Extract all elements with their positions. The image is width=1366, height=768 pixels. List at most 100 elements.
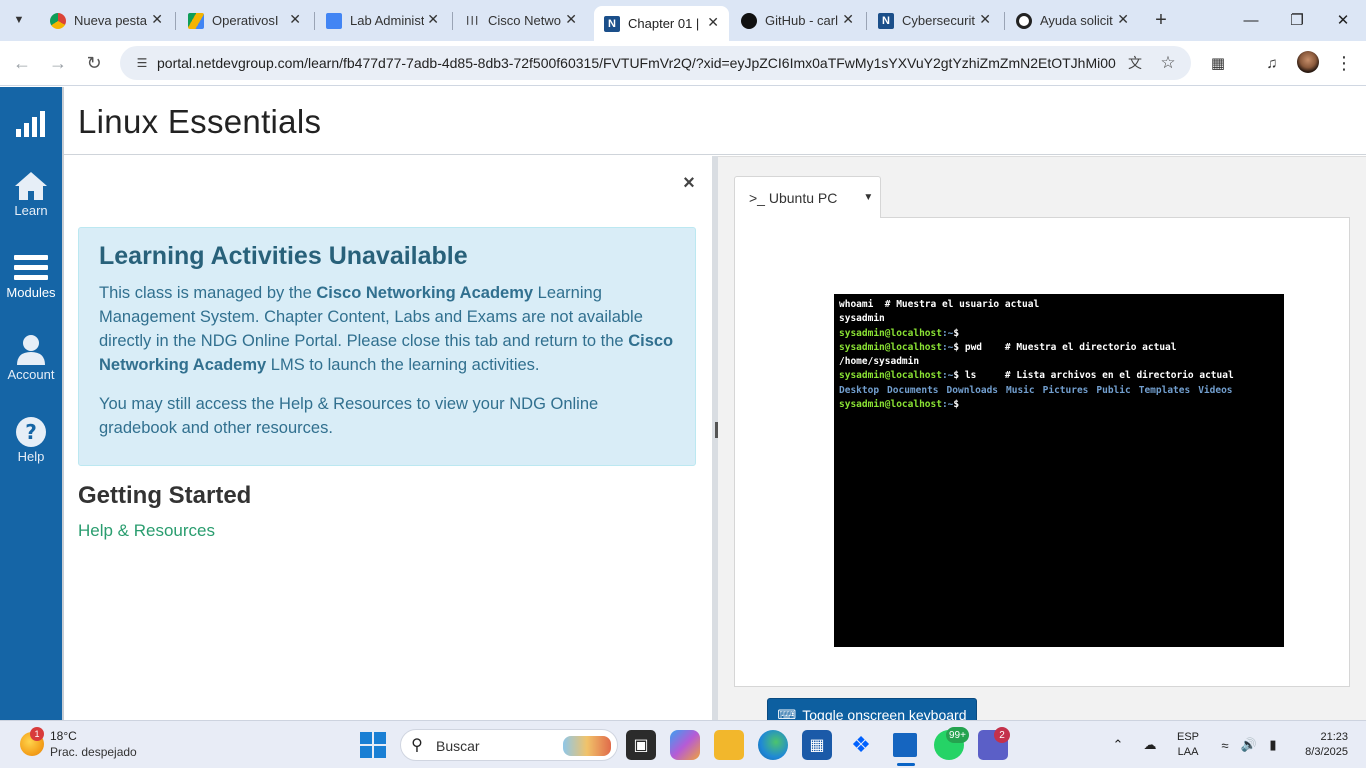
close-tab-icon[interactable]: ✕	[842, 11, 854, 28]
reload-button[interactable]: ↻	[80, 49, 108, 77]
alert-paragraph: You may still access the Help & Resource…	[99, 395, 599, 437]
browser-tab[interactable]: OperativosI ✕	[178, 8, 311, 33]
dropbox-icon[interactable]: ❖	[846, 730, 876, 760]
home-icon	[13, 169, 49, 203]
close-tab-icon[interactable]: ✕	[979, 11, 991, 28]
cloud-sync-icon[interactable]: ☁	[1140, 735, 1160, 755]
browser-tab[interactable]: N Cybersecurit ✕	[868, 8, 1001, 33]
sidebar-item-modules[interactable]: Modules	[0, 251, 62, 300]
browser-tab[interactable]: Nueva pesta ✕	[40, 8, 173, 33]
terminal-dir: Videos	[1198, 384, 1233, 396]
tab-title: GitHub - carl	[765, 13, 838, 28]
modules-icon	[13, 251, 49, 285]
windows-logo-icon	[360, 732, 386, 758]
sidebar-item-label: Help	[17, 449, 45, 464]
tab-title: Cybersecurit	[902, 13, 975, 28]
close-pane-button[interactable]: ×	[680, 172, 698, 194]
copilot-icon[interactable]	[670, 730, 700, 760]
browser-tab[interactable]: GitHub - carl ✕	[731, 8, 864, 33]
tab-title: Cisco Netwo	[488, 13, 561, 28]
close-tab-icon[interactable]: ✕	[427, 11, 439, 28]
media-controls-icon[interactable]: ♫	[1260, 51, 1284, 75]
terminal-dir: Public	[1096, 384, 1131, 396]
close-window-button[interactable]: ✕	[1320, 6, 1366, 34]
weather-widget[interactable]: 1 18°C Prac. despejado	[18, 727, 158, 764]
getting-started-heading: Getting Started	[78, 482, 252, 509]
new-tab-button[interactable]: +	[1148, 8, 1174, 32]
sidebar-item-help[interactable]: ? Help	[0, 415, 62, 464]
url-text[interactable]: portal.netdevgroup.com/learn/fb477d77-7a…	[157, 55, 1117, 71]
svg-text:?: ?	[25, 420, 37, 444]
store-icon[interactable]: ▦	[802, 730, 832, 760]
start-button[interactable]	[359, 731, 389, 761]
browser-toolbar: ← → ↻ ☰ portal.netdevgroup.com/learn/fb4…	[0, 41, 1366, 86]
close-tab-icon[interactable]: ✕	[1117, 11, 1129, 28]
terminal-dir: Templates	[1138, 384, 1191, 396]
search-highlight-image	[563, 736, 611, 756]
terminal-dir: Documents	[887, 384, 939, 396]
google-docs-icon	[326, 12, 342, 29]
sidebar-nav: Learn Modules Account ? Help	[0, 87, 62, 720]
sidebar-item-learn[interactable]: Learn	[0, 169, 62, 218]
browser-tab[interactable]: Ayuda solicit ✕	[1006, 8, 1139, 33]
wifi-icon[interactable]: ≈	[1215, 735, 1235, 755]
menu-kebab-icon[interactable]: ⋮	[1332, 51, 1356, 75]
terminal-line: sysadmin	[839, 313, 885, 325]
teams-icon[interactable]: 2	[978, 727, 1010, 760]
terminal-line: sysadmin@localhost:~$ ls # Lista archivo…	[839, 370, 1234, 382]
alert-title: Learning Activities Unavailable	[99, 242, 468, 270]
restore-button[interactable]: ❐	[1274, 6, 1320, 34]
minimize-button[interactable]: —	[1228, 6, 1274, 34]
terminal-screen[interactable]: whoami # Muestra el usuario actual sysad…	[834, 294, 1284, 647]
close-tab-icon[interactable]: ✕	[151, 11, 163, 28]
volume-icon[interactable]: 🔊	[1239, 735, 1259, 755]
taskbar-clock[interactable]: 21:23 8/3/2025	[1290, 730, 1348, 760]
forward-button[interactable]: →	[44, 49, 72, 77]
close-tab-icon[interactable]: ✕	[565, 11, 577, 28]
terminal-dir: Downloads	[946, 384, 999, 396]
sidebar-item-account[interactable]: Account	[0, 333, 62, 382]
alert-bold-text: Cisco Networking Academy	[316, 284, 534, 302]
page-header: Linux Essentials	[64, 87, 1366, 155]
back-button[interactable]: ←	[8, 49, 36, 77]
whatsapp-icon[interactable]: 99+	[934, 727, 969, 760]
browser-tab-active[interactable]: N Chapter 01 | ✕	[594, 6, 729, 41]
sidebar-item-dashboard[interactable]	[0, 107, 62, 141]
vm-tab-ubuntu[interactable]: >_ Ubuntu PC ▼	[734, 176, 881, 218]
address-bar[interactable]: ☰ portal.netdevgroup.com/learn/fb477d77-…	[120, 46, 1191, 80]
browser-window-icon[interactable]	[890, 730, 920, 766]
user-icon	[13, 333, 49, 367]
close-tab-icon[interactable]: ✕	[707, 14, 719, 31]
chrome-icon	[50, 12, 66, 29]
help-resources-link[interactable]: Help & Resources	[78, 521, 215, 541]
input-language[interactable]: ESP LAA	[1177, 730, 1199, 760]
battery-icon[interactable]: ▮	[1263, 735, 1283, 755]
help-icon: ?	[13, 415, 49, 449]
close-tab-icon[interactable]: ✕	[289, 11, 301, 28]
taskbar-search[interactable]: ⚲ Buscar	[400, 729, 618, 761]
sidebar-item-label: Learn	[14, 203, 48, 218]
translate-icon[interactable]: 文	[1124, 53, 1146, 73]
edge-browser-icon[interactable]	[758, 730, 788, 760]
tab-search-button[interactable]: ▼	[6, 8, 32, 32]
search-icon: ⚲	[411, 737, 423, 754]
browser-tab[interactable]: ∣∣∣ Cisco Netwo ✕	[454, 8, 587, 33]
file-explorer-icon[interactable]	[714, 730, 744, 760]
vm-tab-label: Ubuntu PC	[768, 189, 838, 206]
caret-down-icon[interactable]: ▼	[863, 192, 873, 203]
alert-text: LMS to launch the learning activities.	[266, 356, 540, 374]
site-info-icon[interactable]: ☰	[132, 53, 152, 73]
browser-tab[interactable]: Lab Administ ✕	[316, 8, 449, 33]
task-view-icon[interactable]: ▣	[626, 730, 656, 760]
signal-bars-icon	[13, 107, 49, 141]
weather-badge: 1	[30, 727, 44, 741]
bookmark-star-icon[interactable]: ☆	[1157, 53, 1179, 73]
browser-tab-strip: ▼ Nueva pesta ✕ OperativosI ✕ Lab Admini…	[0, 0, 1366, 41]
vm-pane: whoami # Muestra el usuario actual sysad…	[718, 156, 1366, 732]
teams-badge: 2	[994, 727, 1010, 743]
show-hidden-icons-chevron-icon[interactable]: ⌃	[1108, 735, 1128, 755]
terminal-line: whoami # Muestra el usuario actual	[839, 299, 1040, 310]
extensions-icon[interactable]: ▦	[1206, 51, 1230, 75]
chevron-down-icon: ▼	[13, 14, 25, 26]
profile-avatar[interactable]	[1297, 51, 1319, 73]
